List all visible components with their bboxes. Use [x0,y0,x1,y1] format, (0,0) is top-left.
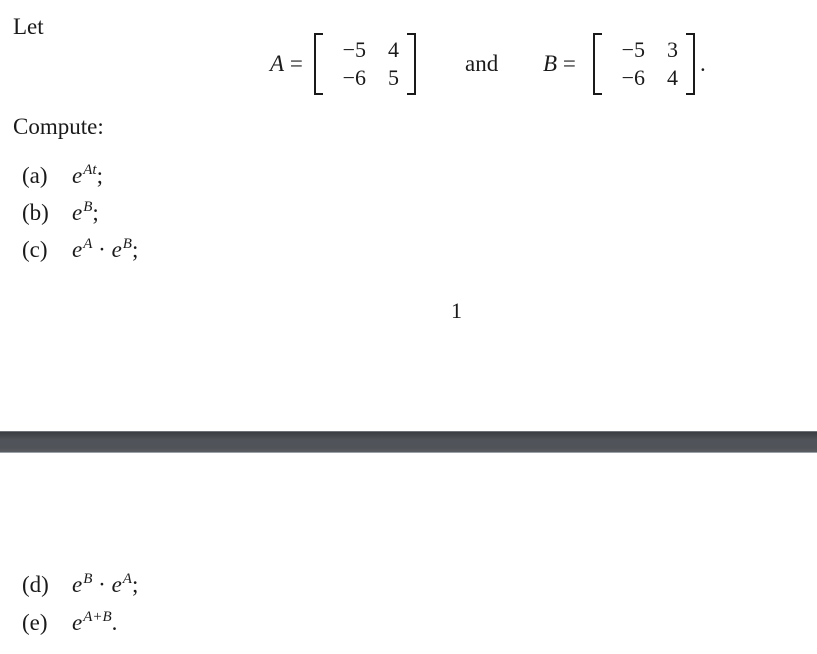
list-item-d: (d) eB · eA; [22,571,139,597]
matrix-a-cell: −5 [342,37,366,62]
right-bracket [686,33,695,95]
matrix-b-cell: −5 [621,37,645,62]
intro-text: Let [13,14,44,39]
list-item-b: (b) eB; [22,199,99,225]
conjunction-text: and [465,51,499,76]
list-item-e: (e) eA+B. [22,609,118,635]
matrix-a-cell: 5 [388,65,399,90]
compute-label: Compute: [13,114,104,139]
matrix-b-cell: 4 [667,65,678,90]
list-item-a: (a) eAt; [22,162,103,188]
matrix-b-cell: 3 [667,37,678,62]
page-number: 1 [451,298,462,323]
page-separator [0,431,817,453]
left-bracket [593,33,602,95]
matrix-b-name: B = [543,51,576,76]
matrix-b: −5 3 −6 4 [593,33,695,95]
matrix-a-name: A = [270,51,303,76]
matrix-b-cell: −6 [621,65,645,90]
left-bracket [314,33,323,95]
trailing-period: . [700,51,706,76]
matrix-a: −5 4 −6 5 [314,33,416,95]
right-bracket [407,33,416,95]
matrix-a-cell: 4 [388,37,399,62]
matrix-a-cell: −6 [342,65,366,90]
list-item-c: (c) eA · eB; [22,236,139,262]
